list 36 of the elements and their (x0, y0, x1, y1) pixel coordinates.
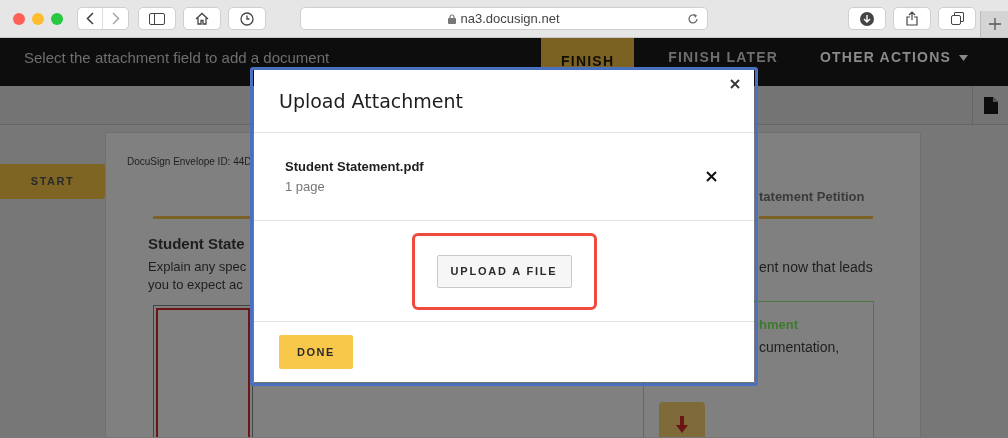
address-bar[interactable]: na3.docusign.net (300, 7, 708, 30)
attachment-text: cumentation, (759, 338, 840, 357)
lock-icon (448, 13, 457, 24)
sidebar-icon (149, 12, 165, 25)
body-text: you to expect ac (148, 276, 244, 294)
section-heading: Student State (148, 234, 245, 254)
file-name: Student Statement.pdf (285, 158, 424, 176)
reload-icon[interactable] (687, 12, 699, 25)
download-icon (860, 11, 874, 26)
sidebar-button[interactable] (138, 7, 176, 30)
page-count: 1 page (285, 177, 326, 196)
remove-file-button[interactable] (704, 169, 718, 184)
download-button[interactable] (848, 7, 886, 30)
url-text: na3.docusign.net (460, 9, 560, 28)
share-icon (906, 11, 918, 26)
upload-button[interactable]: UPLOAD A FILE (436, 254, 572, 288)
text-area-field[interactable] (153, 305, 253, 437)
history-button[interactable] (228, 7, 266, 30)
document-icon[interactable] (983, 96, 998, 114)
body-text: ent now that leads (759, 258, 873, 276)
body-text: Explain any spec (148, 258, 247, 276)
home-icon (195, 12, 209, 25)
home-button[interactable] (183, 7, 221, 30)
section-heading: tatement Petition (759, 188, 865, 206)
share-button[interactable] (893, 7, 931, 30)
actions-menu-button[interactable]: OTHER ACTIONS (820, 47, 968, 68)
finish-later-link[interactable]: FINISH LATER (668, 47, 778, 68)
clock-icon (240, 11, 254, 26)
new-tab-icon[interactable] (988, 18, 1001, 30)
done-button[interactable]: DONE (279, 335, 353, 369)
tabs-icon (950, 12, 964, 25)
header-message: Select the attachment field to add a document (24, 48, 330, 68)
caret-icon (959, 54, 968, 61)
tabs-button[interactable] (938, 7, 976, 30)
dialog-title: Upload Attachment (279, 88, 463, 114)
attachment-title: hment (759, 316, 798, 334)
